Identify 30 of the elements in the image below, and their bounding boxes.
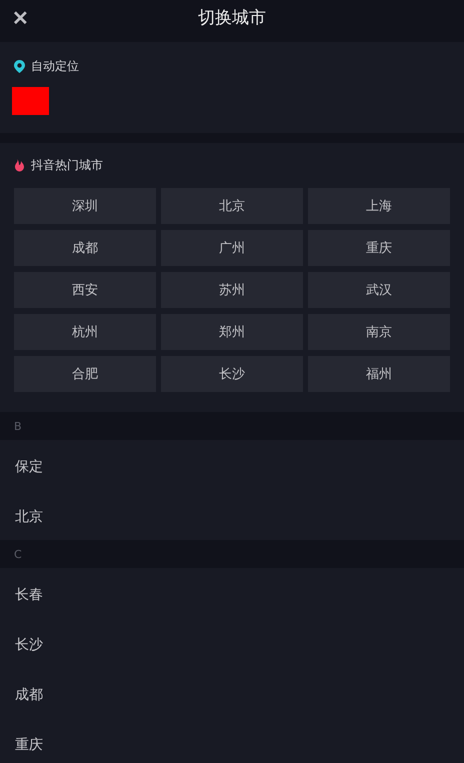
city-button[interactable]: 上海 xyxy=(308,188,450,224)
location-pin-icon xyxy=(14,60,25,73)
city-button[interactable]: 福州 xyxy=(308,356,450,392)
city-button[interactable]: 长沙 xyxy=(161,356,303,392)
city-item[interactable]: 长春 xyxy=(15,587,43,603)
city-button[interactable]: 重庆 xyxy=(308,230,450,266)
section-label: 抖音热门城市 xyxy=(31,157,103,174)
city-item[interactable]: 长沙 xyxy=(15,637,43,653)
city-button[interactable]: 广州 xyxy=(161,230,303,266)
flame-icon xyxy=(14,159,25,172)
index-letter: C xyxy=(14,548,22,560)
section-label: 自动定位 xyxy=(31,58,79,75)
close-button[interactable]: ✕ xyxy=(0,6,29,36)
index-letter: B xyxy=(14,420,22,432)
redaction-block xyxy=(12,87,49,115)
city-item[interactable]: 重庆 xyxy=(15,737,43,753)
city-item[interactable]: 成都 xyxy=(15,687,43,703)
city-button[interactable]: 深圳 xyxy=(14,188,156,224)
city-button[interactable]: 合肥 xyxy=(14,356,156,392)
city-button[interactable]: 杭州 xyxy=(14,314,156,350)
city-button[interactable]: 成都 xyxy=(14,230,156,266)
city-button[interactable]: 苏州 xyxy=(161,272,303,308)
city-button[interactable]: 北京 xyxy=(161,188,303,224)
city-button[interactable]: 西安 xyxy=(14,272,156,308)
page-title: 切换城市 xyxy=(198,7,266,29)
city-button[interactable]: 郑州 xyxy=(161,314,303,350)
city-item[interactable]: 北京 xyxy=(15,509,43,525)
city-button[interactable]: 武汉 xyxy=(308,272,450,308)
city-button[interactable]: 南京 xyxy=(308,314,450,350)
city-item[interactable]: 保定 xyxy=(15,459,43,475)
